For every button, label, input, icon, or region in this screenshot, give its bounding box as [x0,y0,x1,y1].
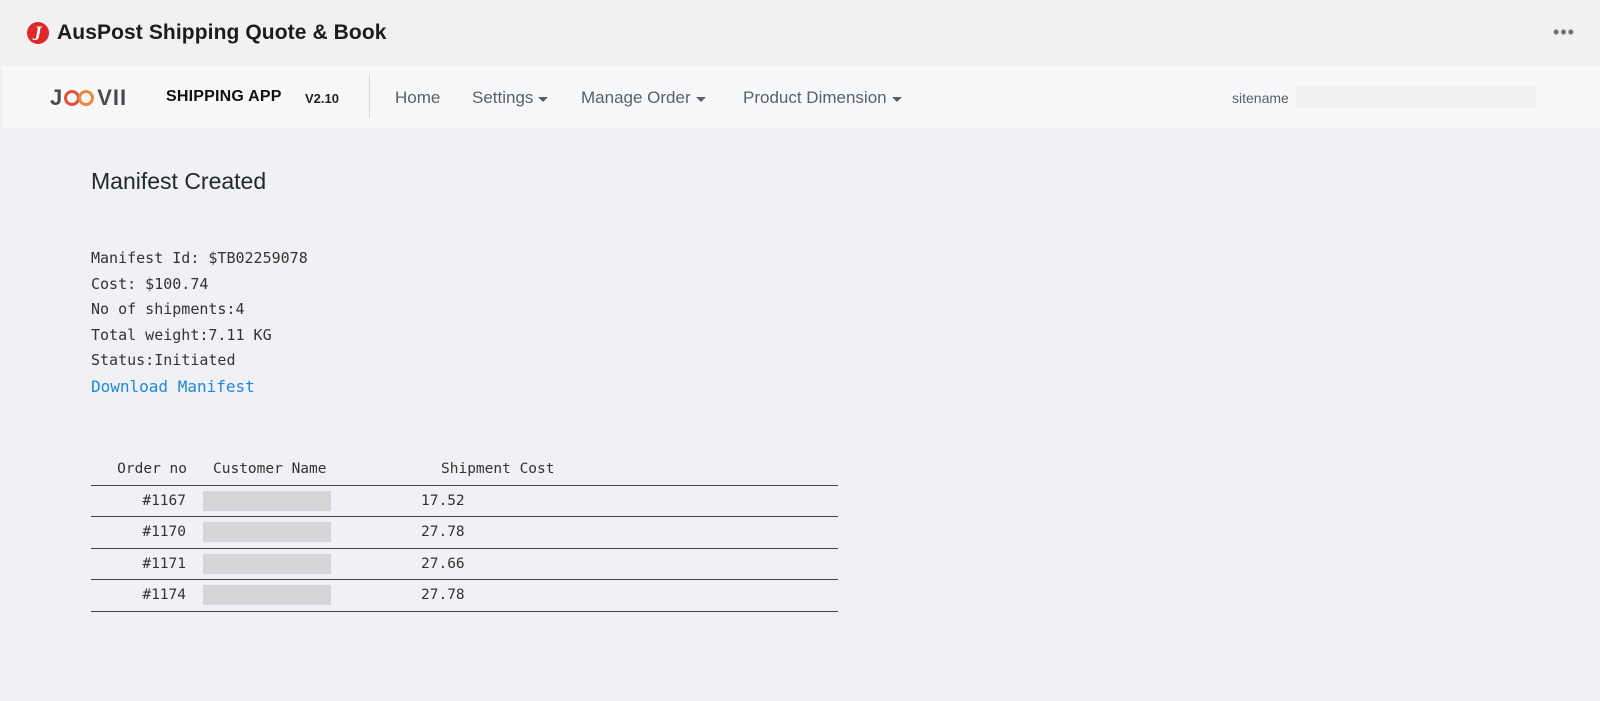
column-header-customer-name: Customer Name [203,453,419,486]
table-row: #1170 27.78 [91,516,838,549]
joovii-logo: J VII [50,85,128,110]
table-row: #1171 27.66 [91,548,838,580]
nav-settings[interactable]: Settings [472,88,549,108]
manifest-id: Manifest Id: $TB02259078 [91,249,308,267]
page-title: Manifest Created [91,168,267,194]
order-number: #1174 [91,579,203,612]
shipment-cost: 27.78 [419,516,838,549]
nav-manage-order[interactable]: Manage Order [581,88,706,108]
nav-home[interactable]: Home [395,88,440,108]
nav-manage-order-label: Manage Order [581,88,691,107]
shipment-cost: 27.66 [419,548,838,580]
manifest-cost: Cost: $100.74 [91,275,209,293]
app-frame: J VII SHIPPING APP V2.10 Home Settings Ma… [3,66,1600,701]
shipment-cost: 17.52 [419,485,838,517]
column-header-order-no: Order no [91,453,203,486]
app-title: AusPost Shipping Quote & Book [57,21,387,44]
manifest-shipment-count: No of shipments:4 [91,300,245,318]
manifest-status: Status:Initiated [91,351,236,369]
sitename-value-redacted [1296,86,1536,108]
column-header-shipment-cost: Shipment Cost [419,453,838,486]
table-row: #1174 27.78 [91,579,838,612]
customer-name-redacted [203,485,419,517]
nav-product-dimension[interactable]: Product Dimension [743,88,902,108]
nav-settings-label: Settings [472,88,534,107]
caret-down-icon [891,96,902,102]
brand-name: SHIPPING APP [166,88,282,105]
customer-name-redacted [203,579,419,612]
app-version: V2.10 [305,91,339,106]
manifest-total-weight: Total weight:7.11 KG [91,326,272,344]
order-number: #1171 [91,548,203,580]
caret-down-icon [538,96,549,102]
shipment-cost: 27.78 [419,579,838,612]
caret-down-icon [695,96,706,102]
ellipsis-icon[interactable]: ••• [1550,22,1578,46]
shipments-table: Order no Customer Name Shipment Cost #11… [91,453,838,612]
order-number: #1167 [91,485,203,517]
nav-product-dimension-label: Product Dimension [743,88,887,107]
admin-title-bar: J AusPost Shipping Quote & Book ••• [0,0,1600,66]
sitename-label: sitename [1232,90,1289,106]
download-manifest-link[interactable]: Download Manifest [91,377,255,396]
nav-divider [369,75,370,118]
table-row: #1167 17.52 [91,485,838,517]
order-number: #1170 [91,516,203,549]
customer-name-redacted [203,516,419,549]
customer-name-redacted [203,548,419,580]
app-navbar: J VII SHIPPING APP V2.10 Home Settings Ma… [3,66,1600,128]
nav-home-label: Home [395,88,441,107]
table-header-row: Order no Customer Name Shipment Cost [91,453,838,486]
app-logo-icon: J [27,22,49,44]
